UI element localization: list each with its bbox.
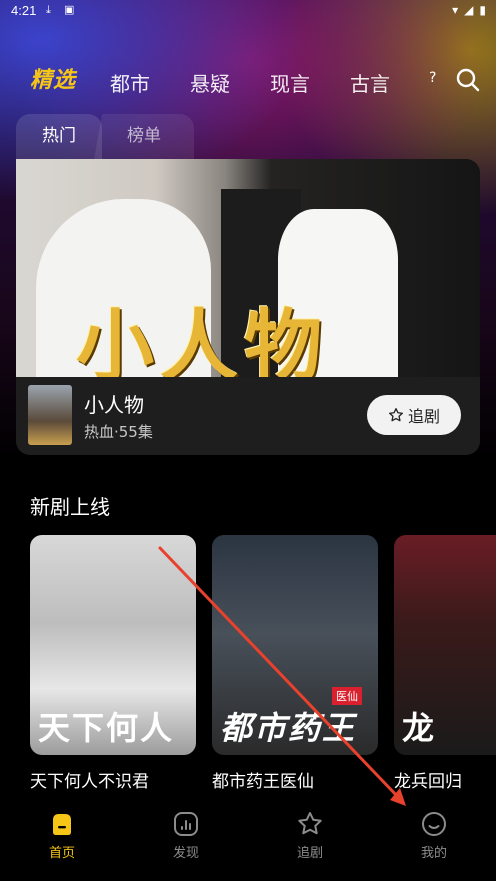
star-icon <box>388 408 403 422</box>
battery-icon: ▮ <box>479 3 486 17</box>
home-icon <box>53 814 71 835</box>
tab-modern-romance[interactable]: 现言 <box>270 68 310 97</box>
tab-profile-label: 我的 <box>420 846 447 861</box>
download-icon: ⤓ <box>46 3 51 16</box>
category-nav: 精选 都市 悬疑 现言 古言 ? <box>0 60 496 104</box>
tab-hot[interactable]: 热门 <box>16 114 102 160</box>
tab-home-label: 首页 <box>48 846 75 861</box>
wifi-icon: ▾ <box>452 3 459 17</box>
section-title-new: 新剧上线 <box>30 495 110 519</box>
drama-card[interactable]: 天下何人 天下何人不识君 <box>30 535 196 792</box>
signal-icon: ◢ <box>464 3 474 17</box>
tab-rank[interactable]: 榜单 <box>94 114 194 160</box>
tab-profile[interactable]: 我的 <box>394 810 474 861</box>
tab-suspense[interactable]: 悬疑 <box>190 68 230 97</box>
banner-info: 小人物 热血·55集 追剧 <box>16 377 480 455</box>
banner-thumbnail[interactable] <box>28 385 72 445</box>
drama-cover[interactable]: 医仙 都市药王 <box>212 535 378 755</box>
a-icon: ▣ <box>64 3 75 16</box>
drama-name[interactable]: 都市药王医仙 <box>212 767 378 792</box>
featured-banner[interactable]: 小人物 小人物 热血·55集 追剧 <box>16 159 480 455</box>
status-right-icons: ▾ ◢ ▮ <box>452 3 486 17</box>
banner-poster[interactable]: 小人物 <box>16 159 480 392</box>
sub-tabs: 榜单 热门 <box>16 114 194 160</box>
drama-card[interactable]: 医仙 都市药王 都市药王医仙 <box>212 535 378 792</box>
tab-city[interactable]: 都市 <box>110 68 150 97</box>
bottom-tab-bar: 首页 发现 追剧 我的 <box>0 800 496 881</box>
cover-title: 天下何人 <box>38 709 175 747</box>
cover-title: 都市药王 <box>220 709 357 747</box>
drama-cover[interactable]: 龙 <box>394 535 496 755</box>
tab-discover-label: 发现 <box>172 846 199 861</box>
tab-featured[interactable]: 精选 <box>30 62 76 94</box>
tab-ancient-romance[interactable]: 古言 <box>350 68 390 97</box>
drama-card[interactable]: 龙 龙兵回归 <box>394 535 496 792</box>
banner-drama-name[interactable]: 小人物 <box>84 389 144 418</box>
search-icon[interactable] <box>455 67 481 93</box>
tab-follow[interactable]: 追剧 <box>270 810 350 861</box>
follow-button[interactable]: 追剧 <box>367 395 461 435</box>
tab-discover[interactable]: 发现 <box>146 810 226 861</box>
drama-cover[interactable]: 天下何人 <box>30 535 196 755</box>
tab-more[interactable]: ? <box>429 70 436 86</box>
cover-title: 龙 <box>402 709 437 747</box>
status-bar: 4:21 ⤓ ▣ ▾ ◢ ▮ <box>0 0 496 22</box>
follow-label: 追剧 <box>407 407 440 426</box>
tab-follow-label: 追剧 <box>296 846 323 861</box>
banner-drama-meta: 热血·55集 <box>84 423 153 441</box>
profile-icon <box>422 812 446 836</box>
status-time: 4:21 <box>11 3 37 18</box>
drama-name[interactable]: 龙兵回归 <box>394 767 496 792</box>
drama-name[interactable]: 天下何人不识君 <box>30 767 196 792</box>
discover-icon <box>174 812 198 836</box>
star-icon <box>298 812 322 835</box>
tab-home[interactable]: 首页 <box>22 810 102 861</box>
